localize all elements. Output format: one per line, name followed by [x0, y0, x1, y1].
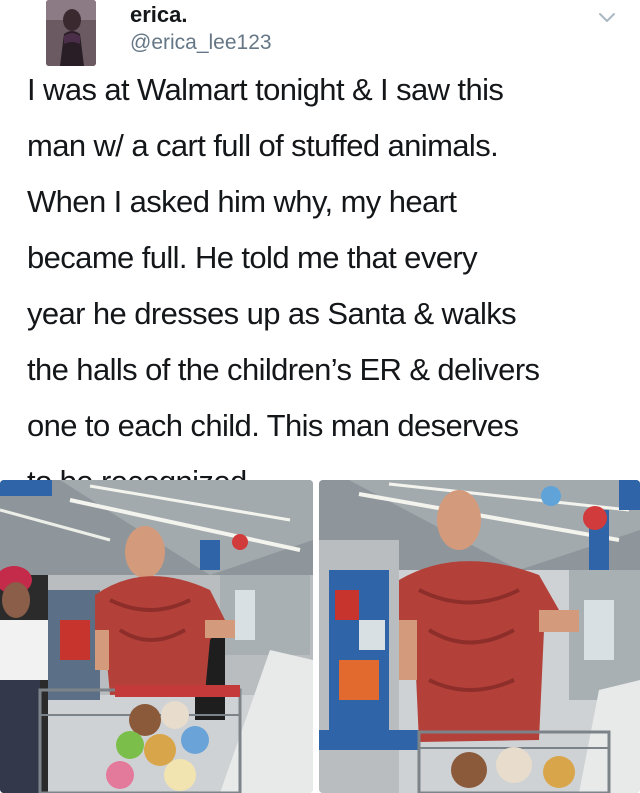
tweet-line: the halls of the children’s ER & deliver…	[27, 352, 540, 387]
tweet-line: When I asked him why, my heart	[27, 184, 457, 219]
tweet-line: man w/ a cart full of stuffed animals.	[27, 128, 499, 163]
photo-right[interactable]	[319, 480, 640, 793]
tweet-photos	[0, 480, 640, 793]
display-name[interactable]: erica.	[130, 2, 188, 28]
avatar[interactable]	[46, 0, 96, 66]
tweet-text: I was at Walmart tonight & I saw this ma…	[27, 62, 627, 510]
tweet-line: I was at Walmart tonight & I saw this	[27, 72, 504, 107]
tweet-line: became full. He told me that every	[27, 240, 478, 275]
tweet-line: one to each child. This man deserves	[27, 408, 519, 443]
chevron-down-icon[interactable]	[596, 6, 618, 28]
tweet-line: year he dresses up as Santa & walks	[27, 296, 517, 331]
tweet-header: erica. @erica_lee123	[0, 0, 640, 70]
user-handle[interactable]: @erica_lee123	[130, 31, 272, 55]
photo-left[interactable]	[0, 480, 313, 793]
